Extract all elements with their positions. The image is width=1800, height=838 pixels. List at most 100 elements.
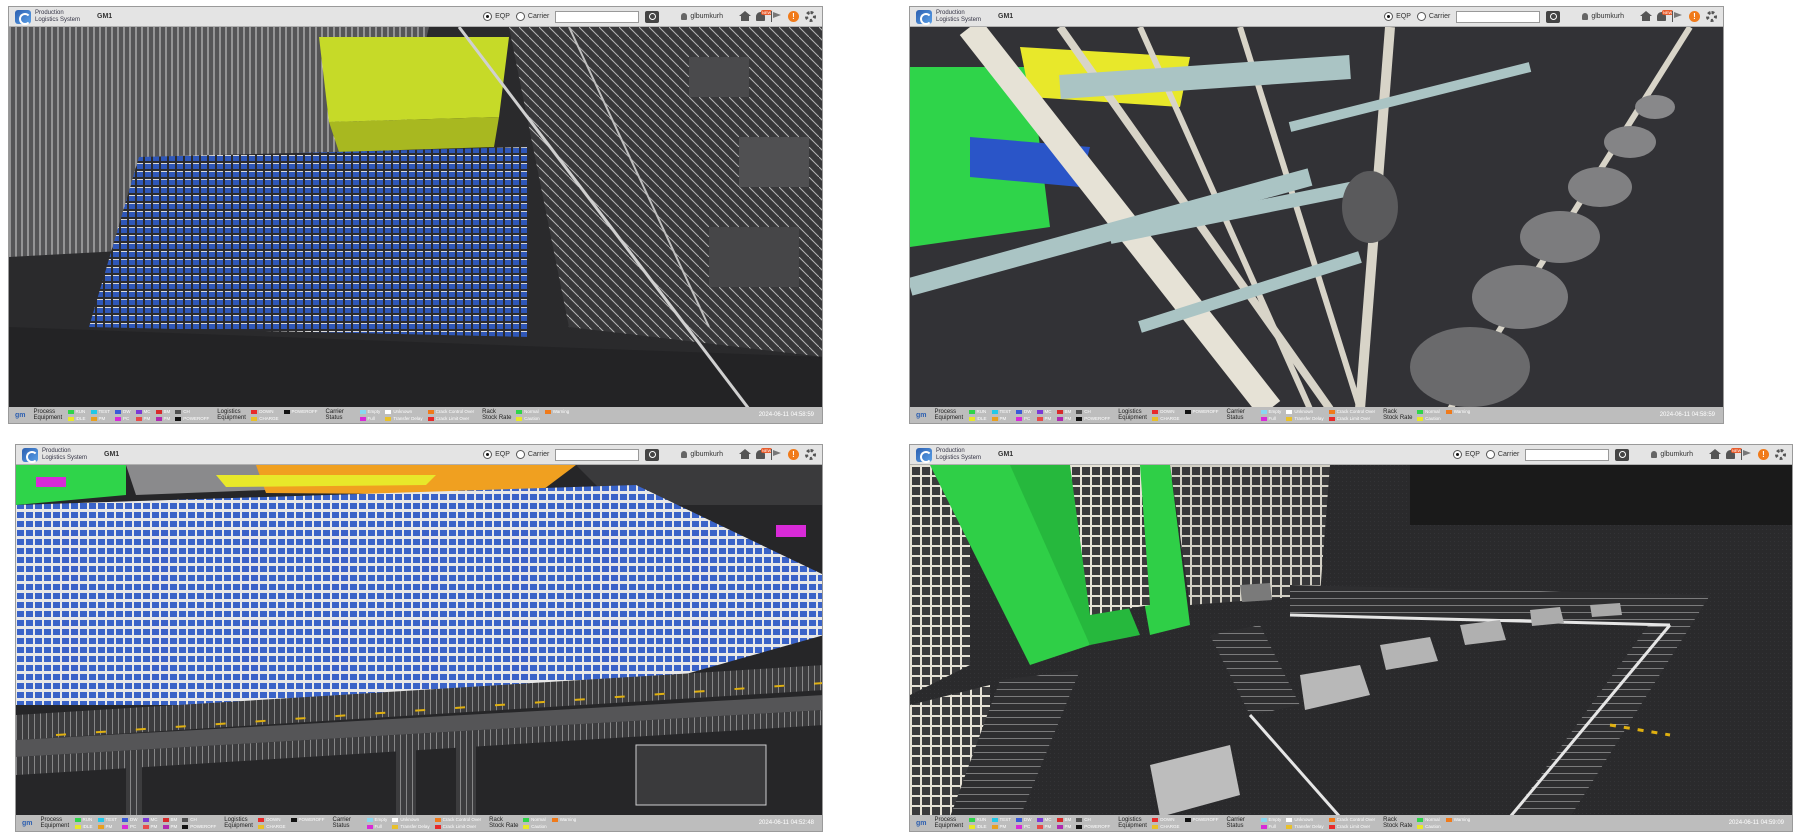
legend-item: Caution [516,415,540,422]
legend-item: Transfer Delay [392,823,430,830]
legend-label: IDLE [75,416,86,421]
legend-label: Transfer Delay [1294,416,1324,421]
legend-item: DW [1016,816,1032,823]
radio-selected-icon[interactable] [483,12,493,21]
gear-icon[interactable] [805,11,816,22]
radio-unselected-icon[interactable] [1485,450,1495,459]
search-input[interactable] [1456,10,1541,23]
legend-swatch [359,409,366,414]
flag-icon[interactable] [1741,449,1752,460]
legend-item: Normal [523,816,547,823]
flag-icon[interactable] [1672,11,1683,22]
legend-label: Warning [1453,817,1471,822]
search-button[interactable] [1615,448,1630,461]
legend-swatch [1184,409,1191,414]
legend-label: Crack Control Over [442,817,482,822]
app-logo-icon[interactable] [22,447,38,463]
search-button[interactable] [645,10,660,23]
app-name: Production Logistics System [936,9,982,23]
home-icon[interactable] [739,11,751,22]
home-icon[interactable] [739,449,751,460]
info-icon[interactable]: ! [788,449,799,460]
legend-item: Caution [523,823,547,830]
legend-label: Full [367,416,375,421]
radio-eqp[interactable]: EQP [483,12,510,21]
flag-icon[interactable] [771,11,782,22]
radio-eqp[interactable]: EQP [1453,450,1480,459]
legend-swatch [1152,824,1159,829]
flag-icon[interactable] [771,449,782,460]
legend-label: CHARGE [1160,416,1180,421]
3d-scene-view[interactable] [16,465,822,815]
legend-swatch [1445,409,1452,414]
viewport-panel-2: Production Logistics System GM1 EQP Carri… [909,6,1724,424]
search-input[interactable] [1525,448,1610,461]
user-menu[interactable]: glbumkurh [681,13,723,20]
legend-swatch [434,817,441,822]
home-icon[interactable] [1709,449,1721,460]
legend-swatch [366,824,373,829]
legend-item: Unknown [1286,408,1323,415]
legend-item: PM [1036,415,1052,422]
user-menu[interactable]: glbumkurh [1582,13,1624,20]
search-input[interactable] [555,10,640,23]
3d-scene-view[interactable] [910,27,1723,407]
legend-label: RUN [976,409,987,414]
radio-selected-icon[interactable] [483,450,493,459]
app-logo-icon[interactable] [15,9,31,25]
info-icon[interactable]: ! [788,11,799,22]
radio-eqp[interactable]: EQP [1384,12,1411,21]
legend-swatch [1445,817,1452,822]
legend-label: Caution [524,416,540,421]
radio-selected-icon[interactable] [1384,12,1394,21]
radio-unselected-icon[interactable] [515,450,525,459]
gear-icon[interactable] [1775,449,1786,460]
radio-carrier[interactable]: Carrier [515,12,549,21]
radio-unselected-icon[interactable] [1416,12,1426,21]
info-icon[interactable]: ! [1758,449,1769,460]
legend-swatch [122,824,129,829]
legend-carrier-status: Carrier Status Empty Full Unknown Transfer De… [1226,408,1376,421]
user-menu[interactable]: glbumkurh [1651,451,1693,458]
legend-label: PM [150,824,158,829]
app-name: Production Logistics System [35,9,81,23]
legend-swatch [523,824,530,829]
legend-label: DW [123,409,131,414]
legend-label: DOWN [1160,409,1175,414]
radio-carrier[interactable]: Carrier [1416,12,1450,21]
app-logo-icon[interactable] [916,9,932,25]
gear-icon[interactable] [1706,11,1717,22]
radio-carrier[interactable]: Carrier [515,450,549,459]
legend-swatch [1016,409,1023,414]
bell-icon[interactable]: NEW [1726,448,1743,459]
legend-label: DOWN [1160,817,1175,822]
legend-swatch [1328,824,1335,829]
legend-item: DW [122,816,138,823]
legend-swatch [90,416,97,421]
legend-item: DW [1016,408,1032,415]
legend-item: RUN [968,816,987,823]
search-input[interactable] [555,448,640,461]
bell-icon[interactable]: NEW [1657,10,1674,21]
legend-item: PM [142,823,158,830]
radio-carrier[interactable]: Carrier [1485,450,1519,459]
bell-icon[interactable]: NEW [756,10,773,21]
radio-eqp[interactable]: EQP [483,450,510,459]
search-button[interactable] [1546,10,1561,23]
user-menu[interactable]: glbumkurh [681,451,723,458]
footer-logo: gm [15,411,26,419]
info-icon[interactable]: ! [1689,11,1700,22]
bell-icon[interactable]: NEW [756,448,773,459]
legend-label: CH [1084,409,1091,414]
legend-item: PC [122,823,138,830]
3d-scene-view[interactable] [910,465,1792,815]
radio-unselected-icon[interactable] [515,12,525,21]
radio-selected-icon[interactable] [1453,450,1463,459]
legend-label: Normal [1425,409,1440,414]
app-logo-icon[interactable] [916,447,932,463]
search-button[interactable] [645,448,660,461]
legend-label: Caution [1425,824,1441,829]
gear-icon[interactable] [805,449,816,460]
3d-scene-view[interactable] [9,27,822,407]
home-icon[interactable] [1640,11,1652,22]
